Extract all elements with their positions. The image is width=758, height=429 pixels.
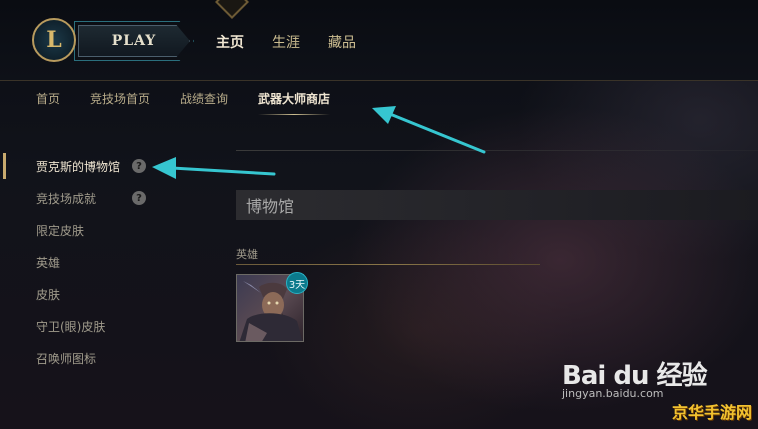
- main-nav-career[interactable]: 生涯: [272, 32, 300, 52]
- league-logo-icon[interactable]: L: [32, 18, 76, 62]
- sidebar-item-label: 召唤师图标: [36, 351, 97, 366]
- sub-nav-home[interactable]: 首页: [36, 90, 60, 107]
- annotation-arrow-icon: [372, 106, 486, 154]
- sidebar-item-label: 限定皮肤: [36, 223, 85, 238]
- sidebar-item-label: 守卫(眼)皮肤: [36, 319, 106, 334]
- sidebar-item-ward-skins[interactable]: 守卫(眼)皮肤: [0, 310, 160, 342]
- sidebar-item-champions[interactable]: 英雄: [0, 246, 160, 278]
- sidebar-item-limited-skins[interactable]: 限定皮肤: [0, 214, 160, 246]
- category-label: 英雄: [236, 248, 258, 261]
- watermark-url: jingyan.baidu.com: [562, 387, 664, 400]
- sub-nav: 首页 竞技场首页 战绩查询 武器大师商店: [36, 90, 331, 115]
- help-icon[interactable]: ?: [132, 159, 146, 173]
- sidebar-item-summoner-icons[interactable]: 召唤师图标: [0, 342, 160, 374]
- main-nav-collection[interactable]: 藏品: [328, 32, 356, 52]
- play-button[interactable]: PLAY: [78, 25, 190, 57]
- rental-days-badge: 3天: [286, 272, 308, 294]
- sidebar-item-arena-achievements[interactable]: 竞技场成就 ?: [0, 182, 160, 214]
- sidebar-item-label: 竞技场成就: [36, 191, 97, 206]
- category-divider: [236, 264, 540, 265]
- top-bar: PLAY L 主页 生涯 藏品: [0, 0, 758, 81]
- section-title: 博物馆: [236, 190, 758, 220]
- sub-nav-weapon-master-shop[interactable]: 武器大师商店: [258, 90, 331, 115]
- sidebar-item-label: 贾克斯的博物馆: [36, 159, 121, 174]
- sidebar-item-skins[interactable]: 皮肤: [0, 278, 160, 310]
- main-nav-home[interactable]: 主页: [216, 32, 244, 52]
- top-notch-ornament: [215, 0, 249, 19]
- sidebar-item-label: 英雄: [36, 255, 61, 270]
- sidebar-item-jax-museum[interactable]: 贾克斯的博物馆 ?: [0, 150, 160, 182]
- content-divider: [236, 150, 758, 151]
- sidebar-item-label: 皮肤: [36, 287, 61, 302]
- main-nav: 主页 生涯 藏品: [216, 32, 356, 52]
- annotation-arrow-icon: [152, 157, 276, 179]
- sub-nav-arena-home[interactable]: 竞技场首页: [90, 90, 150, 107]
- help-icon[interactable]: ?: [132, 191, 146, 205]
- watermark-site: 京华手游网: [671, 403, 752, 422]
- watermark: Bai du 经验 jingyan.baidu.com 京华手游网: [562, 353, 752, 423]
- sub-nav-match-history[interactable]: 战绩查询: [180, 90, 228, 107]
- sidebar: 贾克斯的博物馆 ? 竞技场成就 ? 限定皮肤 英雄 皮肤 守卫(眼)皮肤 召唤师…: [0, 150, 160, 374]
